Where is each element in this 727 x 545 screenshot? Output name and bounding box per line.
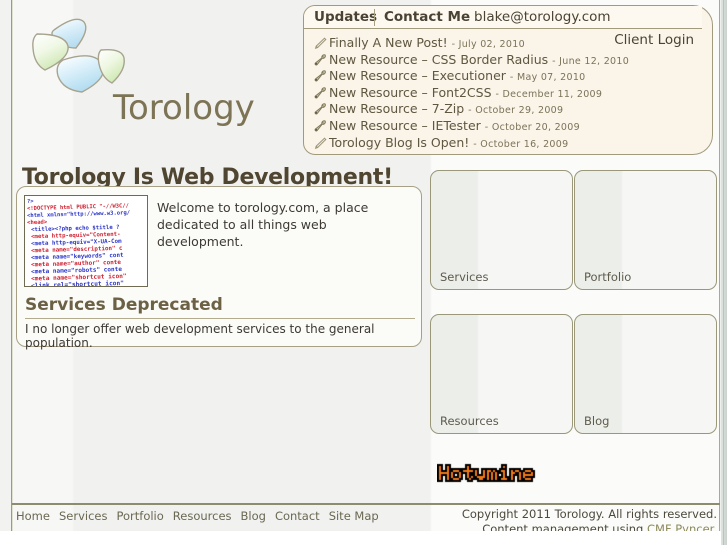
feature-box-blog[interactable]: Blog (574, 314, 717, 434)
pencil-icon (313, 137, 327, 149)
wrench-icon (313, 103, 327, 115)
update-title: New Resource – IETester (329, 117, 485, 133)
footer-divider (12, 503, 720, 505)
update-list-item[interactable]: New Resource – CSS Border Radius - June … (313, 52, 705, 69)
update-list-item[interactable]: New Resource – 7-Zip - October 29, 2009 (313, 101, 705, 118)
right-border-rule (719, 0, 720, 545)
page-root: Torology Updates Contact Me blake@torolo… (0, 0, 727, 545)
nav-link-email[interactable]: blake@torology.com (474, 9, 611, 25)
footer-nav-link-contact[interactable]: Contact (275, 509, 320, 523)
update-list-item[interactable]: New Resource – IETester - October 20, 20… (313, 118, 705, 135)
update-title: Torology Blog Is Open! (329, 134, 474, 150)
feature-box-label: Services (440, 270, 489, 284)
wrench-icon (313, 87, 327, 99)
footer-nav-link-portfolio[interactable]: Portfolio (116, 509, 163, 523)
copyright-line: Copyright 2011 Torology. All rights rese… (461, 507, 717, 521)
footer-nav-link-services[interactable]: Services (59, 509, 108, 523)
section-heading-services-deprecated: Services Deprecated (25, 295, 415, 319)
section-text: I no longer offer web development servic… (25, 322, 375, 350)
page-edge-rule (723, 0, 724, 545)
code-line: ?> (27, 198, 34, 205)
update-date: - October 29, 2009 (468, 105, 564, 117)
left-border-rule-soft (12, 0, 13, 531)
update-list-item[interactable]: Torology Blog Is Open! - October 16, 200… (313, 135, 705, 152)
update-date: - October 16, 2009 (473, 138, 569, 150)
update-list-item[interactable]: New Resource – Executioner - May 07, 201… (313, 68, 705, 85)
footer-nav-link-home[interactable]: Home (16, 509, 50, 523)
updates-list: Finally A New Post! - July 02, 2010 New R… (313, 35, 705, 151)
update-title: Finally A New Post! (329, 35, 452, 50)
feature-box-portfolio[interactable]: Portfolio (574, 170, 717, 290)
pencil-icon (313, 37, 327, 49)
main-content-card: ?> <!DOCTYPE html PUBLIC "-//W3C//<html x… (16, 186, 422, 350)
pixel-art-badge[interactable] (437, 462, 563, 486)
nav-divider (374, 9, 375, 26)
footer-nav-link-resources[interactable]: Resources (173, 509, 232, 523)
site-logo-wordmark: Torology (113, 88, 255, 128)
update-list-item[interactable]: Finally A New Post! - July 02, 2010 (313, 35, 705, 52)
feature-box-label: Blog (584, 414, 610, 428)
wrench-icon (313, 120, 327, 132)
code-line: <head> (27, 219, 48, 227)
updates-panel: Updates Contact Me blake@torology.com Cl… (303, 5, 713, 155)
update-date: - December 11, 2009 (495, 88, 603, 100)
feature-box-services[interactable]: Services (430, 170, 573, 290)
nav-link-updates[interactable]: Updates (314, 9, 377, 25)
update-title: New Resource – 7-Zip (329, 101, 469, 117)
code-thumbnail-image[interactable]: ?> <!DOCTYPE html PUBLIC "-//W3C//<html x… (24, 195, 148, 287)
footer-nav: Home Services Portfolio Resources Blog Contac… (16, 509, 388, 523)
wrench-icon (313, 70, 327, 82)
update-date: - May 07, 2010 (509, 72, 586, 84)
nav-link-contact-me[interactable]: Contact Me (384, 9, 470, 25)
update-date: - June 12, 2010 (552, 55, 630, 67)
update-title: New Resource – CSS Border Radius (329, 51, 553, 67)
pixel-art-badge-canvas (437, 462, 563, 486)
update-title: New Resource – Font2CSS (329, 84, 496, 100)
feature-box-resources[interactable]: Resources (430, 314, 573, 434)
update-title: New Resource – Executioner (329, 68, 510, 84)
update-list-item[interactable]: New Resource – Font2CSS - December 11, 2… (313, 85, 705, 102)
update-date: - October 20, 2009 (484, 121, 580, 133)
update-date: - July 02, 2010 (451, 39, 525, 50)
bottom-strip (0, 531, 721, 545)
feature-box-label: Portfolio (584, 270, 632, 284)
welcome-text: Welcome to torology.com, a place dedicat… (157, 200, 369, 249)
wrench-icon (313, 53, 327, 66)
footer-nav-link-site-map[interactable]: Site Map (329, 509, 379, 523)
footer-nav-link-blog[interactable]: Blog (241, 509, 266, 523)
site-logo[interactable]: Torology (18, 8, 278, 128)
feature-box-label: Resources (440, 414, 499, 428)
